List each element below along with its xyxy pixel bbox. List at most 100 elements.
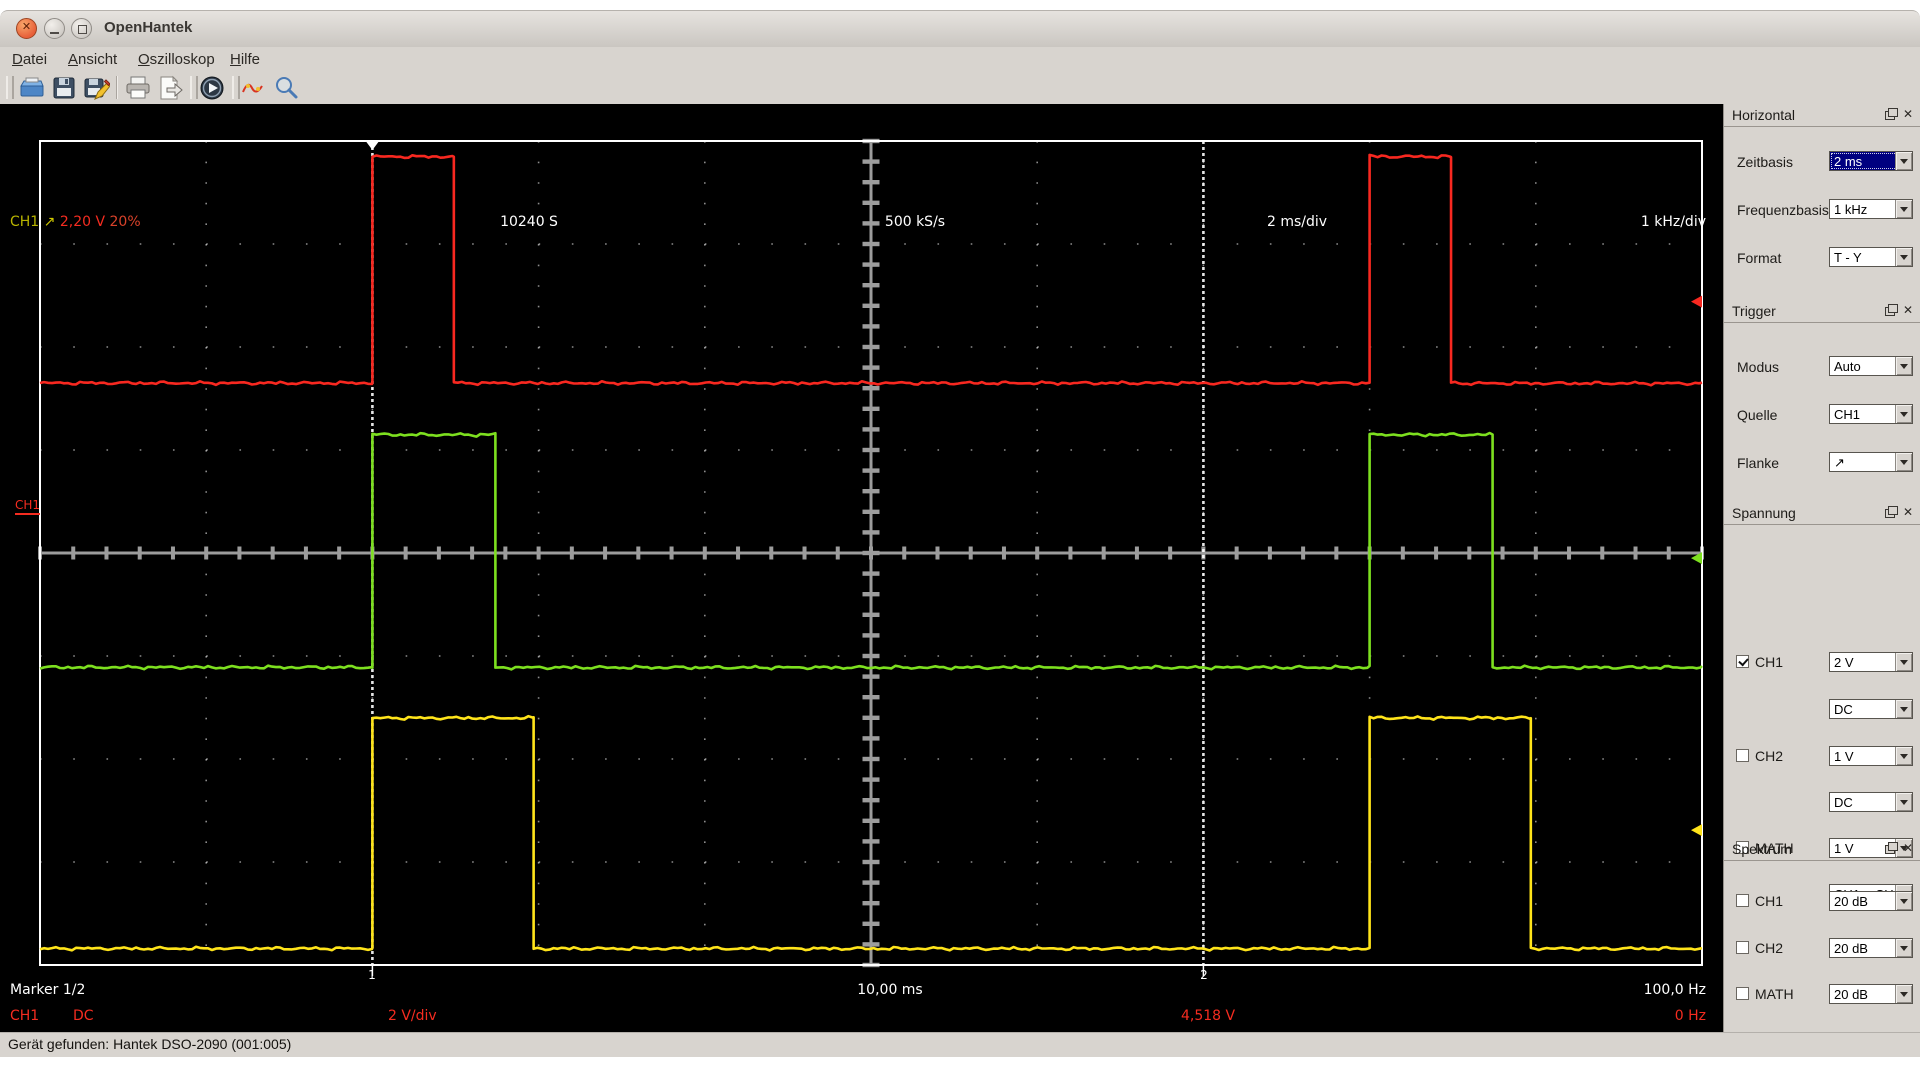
close-panel-icon[interactable]: ✕	[1903, 505, 1913, 519]
panel-spannung-header[interactable]: Spannung ✕	[1724, 502, 1920, 525]
panel-spektrum-header[interactable]: Spektrum ✕	[1724, 838, 1920, 861]
menu-oszilloskop[interactable]: Oszilloskop	[132, 50, 221, 69]
panel-trigger-header[interactable]: Trigger ✕	[1724, 300, 1920, 323]
panel-horizontal: Horizontal ✕ Zeitbasis 2 ms Frequenzbasi…	[1724, 104, 1920, 300]
timebase-label: 2 ms/div	[1266, 214, 1328, 230]
close-panel-icon[interactable]: ✕	[1903, 303, 1913, 317]
channel-marker-level: 4,518 V	[1181, 1008, 1236, 1024]
spannung-ch2-checkbox[interactable]	[1736, 749, 1749, 762]
toolbar-grip[interactable]	[232, 76, 240, 99]
panel-horizontal-header[interactable]: Horizontal ✕	[1724, 104, 1920, 127]
marker2-label[interactable]: 2	[1200, 968, 1208, 982]
spektrum-math-label: MATH	[1755, 986, 1794, 1002]
openhantek-window: OpenHantek Datei Ansicht Oszilloskop Hil…	[0, 0, 1920, 1080]
toolbar-grip[interactable]	[190, 76, 198, 99]
chevron-down-icon[interactable]	[1895, 985, 1912, 1003]
maximize-window-button[interactable]	[71, 18, 92, 39]
frequenzbasis-select[interactable]: 1 kHz	[1829, 199, 1913, 219]
flanke-select[interactable]: ↗	[1829, 452, 1913, 472]
format-label: Format	[1737, 250, 1782, 266]
statusbar: Gerät gefunden: Hantek DSO-2090 (001:005…	[0, 1032, 1920, 1057]
chevron-down-icon[interactable]	[1895, 793, 1912, 811]
channel-coupling: DC	[73, 1008, 94, 1024]
save-as-icon[interactable]	[82, 74, 110, 102]
spannung-ch1-coupling-select[interactable]: DC	[1829, 699, 1913, 719]
zoom-icon[interactable]	[272, 74, 300, 102]
spannung-ch2-coupling-select[interactable]: DC	[1829, 792, 1913, 812]
titlebar[interactable]: OpenHantek	[0, 10, 1920, 48]
save-icon[interactable]	[50, 74, 78, 102]
chevron-down-icon[interactable]	[1895, 892, 1912, 910]
chevron-down-icon[interactable]	[1895, 453, 1912, 471]
menubar: Datei Ansicht Oszilloskop Hilfe	[0, 47, 1920, 71]
float-panel-icon[interactable]	[1885, 506, 1898, 518]
float-panel-icon[interactable]	[1885, 842, 1898, 854]
spannung-ch2-label: CH2	[1755, 748, 1784, 764]
panel-title: Spektrum	[1732, 841, 1792, 857]
marker-time: 10,00 ms	[857, 982, 923, 998]
float-panel-icon[interactable]	[1885, 108, 1898, 120]
spektrum-ch2-checkbox[interactable]	[1736, 941, 1749, 954]
trigger-status: CH1 ↗ 2,20 V 20%	[10, 214, 141, 230]
trigger-slope-icon: ↗	[43, 214, 56, 230]
close-window-button[interactable]	[16, 18, 37, 39]
chevron-down-icon[interactable]	[1895, 248, 1912, 266]
spektrum-ch2-label: CH2	[1755, 940, 1784, 956]
minimize-window-button[interactable]	[44, 18, 65, 39]
chevron-down-icon[interactable]	[1895, 405, 1912, 423]
oscilloscope-display[interactable]: CH1 ↗ 2,20 V 20% 10240 S 500 kS/s 2 ms/d…	[0, 104, 1723, 1032]
window-title: OpenHantek	[104, 19, 193, 36]
open-icon[interactable]	[18, 74, 46, 102]
marker-frequency: 100,0 Hz	[1643, 982, 1706, 998]
print-icon[interactable]	[124, 74, 152, 102]
menu-ansicht[interactable]: Ansicht	[62, 50, 123, 69]
format-select[interactable]: T - Y	[1829, 247, 1913, 267]
quelle-select[interactable]: CH1	[1829, 404, 1913, 424]
toolbar-grip[interactable]	[6, 76, 14, 99]
marker-row-label: Marker 1/2	[10, 982, 86, 998]
chevron-down-icon[interactable]	[1895, 700, 1912, 718]
scope-graticule-and-traces	[38, 138, 1704, 976]
chevron-down-icon[interactable]	[1895, 653, 1912, 671]
chevron-down-icon[interactable]	[1895, 747, 1912, 765]
record-length: 10240 S	[500, 214, 558, 230]
spektrum-ch2-magnitude-select[interactable]: 20 dB	[1829, 938, 1913, 958]
flanke-label: Flanke	[1737, 455, 1780, 471]
spektrum-ch1-checkbox[interactable]	[1736, 894, 1749, 907]
start-stop-icon[interactable]	[198, 74, 226, 102]
spektrum-ch1-label: CH1	[1755, 893, 1784, 909]
spannung-ch2-gain-select[interactable]: 1 V	[1829, 746, 1913, 766]
digital-phosphor-icon[interactable]	[240, 74, 268, 102]
spannung-ch1-gain-select[interactable]: 2 V	[1829, 652, 1913, 672]
panel-spektrum: Spektrum ✕ CH1 20 dB CH2 20 dB MATH 20 d…	[1724, 838, 1920, 1032]
float-panel-icon[interactable]	[1885, 304, 1898, 316]
export-icon[interactable]	[156, 74, 184, 102]
trigger-channel: CH1	[10, 214, 40, 230]
panel-spannung: Spannung ✕ CH1 2 V DC CH2 1 V DC	[1724, 502, 1920, 838]
spannung-ch1-label: CH1	[1755, 654, 1784, 670]
modus-select[interactable]: Auto	[1829, 356, 1913, 376]
menu-datei[interactable]: Datei	[6, 50, 53, 69]
spektrum-ch1-magnitude-select[interactable]: 20 dB	[1829, 891, 1913, 911]
zeitbasis-select[interactable]: 2 ms	[1829, 151, 1913, 171]
close-panel-icon[interactable]: ✕	[1903, 841, 1913, 855]
dock-column: Horizontal ✕ Zeitbasis 2 ms Frequenzbasi…	[1723, 104, 1920, 1032]
spektrum-math-magnitude-select[interactable]: 20 dB	[1829, 984, 1913, 1004]
frequenzbasis-label: Frequenzbasis	[1737, 202, 1829, 218]
close-panel-icon[interactable]: ✕	[1903, 107, 1913, 121]
ch1-zero-marker[interactable]: CH1	[15, 498, 41, 515]
spektrum-math-checkbox[interactable]	[1736, 987, 1749, 1000]
panel-title: Horizontal	[1732, 107, 1796, 123]
chevron-down-icon[interactable]	[1895, 200, 1912, 218]
panel-title: Spannung	[1732, 505, 1796, 521]
spannung-ch1-checkbox[interactable]	[1736, 655, 1749, 668]
quelle-label: Quelle	[1737, 407, 1778, 423]
marker1-label[interactable]: 1	[368, 968, 376, 982]
samplerate: 500 kS/s	[884, 214, 946, 230]
chevron-down-icon[interactable]	[1895, 357, 1912, 375]
menu-hilfe[interactable]: Hilfe	[224, 50, 266, 69]
chevron-down-icon[interactable]	[1895, 152, 1912, 170]
status-message: Gerät gefunden: Hantek DSO-2090 (001:005…	[8, 1036, 292, 1052]
toolbar-separator	[116, 76, 118, 99]
chevron-down-icon[interactable]	[1895, 939, 1912, 957]
